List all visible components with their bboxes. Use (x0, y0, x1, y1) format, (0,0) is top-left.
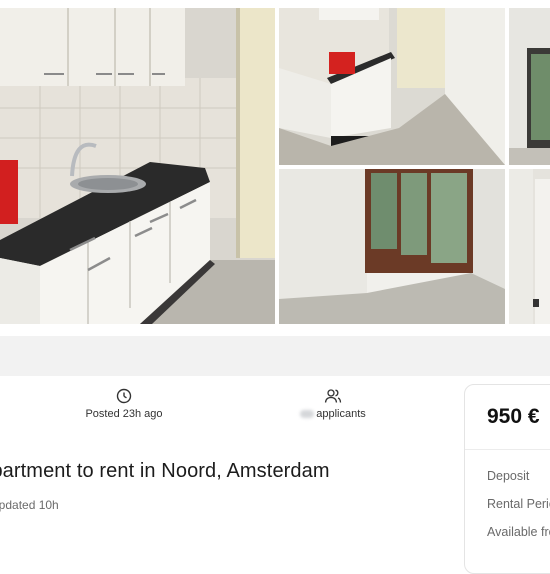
posted-meta: Posted 23h ago (72, 388, 176, 420)
main-photo[interactable] (0, 8, 275, 324)
gallery-footer-band (0, 336, 550, 376)
photo-5[interactable] (509, 169, 550, 324)
available-from-label: Available from (487, 525, 550, 539)
photo-gallery (0, 0, 550, 330)
photo-3[interactable] (509, 8, 550, 165)
rental-period-label: Rental Period (487, 497, 550, 511)
users-icon (324, 389, 342, 403)
deposit-label: Deposit (487, 469, 530, 483)
listing-title: Apartment to rent in Noord, Amsterdam (0, 460, 330, 482)
price-card: 950 € Deposit Rental Period Available fr… (464, 384, 550, 574)
listing-updated: Updated 10h (0, 498, 59, 512)
applicants-text: applicants (316, 408, 366, 420)
photo-4[interactable] (279, 169, 505, 324)
posted-text: Posted 23h ago (85, 408, 163, 420)
applicants-meta: applicants (286, 388, 380, 420)
photo-2[interactable] (279, 8, 505, 165)
price-card-divider (465, 449, 550, 450)
clock-icon (116, 388, 132, 404)
applicants-count-blurred (300, 410, 315, 419)
price-value: 950 € (487, 405, 540, 428)
